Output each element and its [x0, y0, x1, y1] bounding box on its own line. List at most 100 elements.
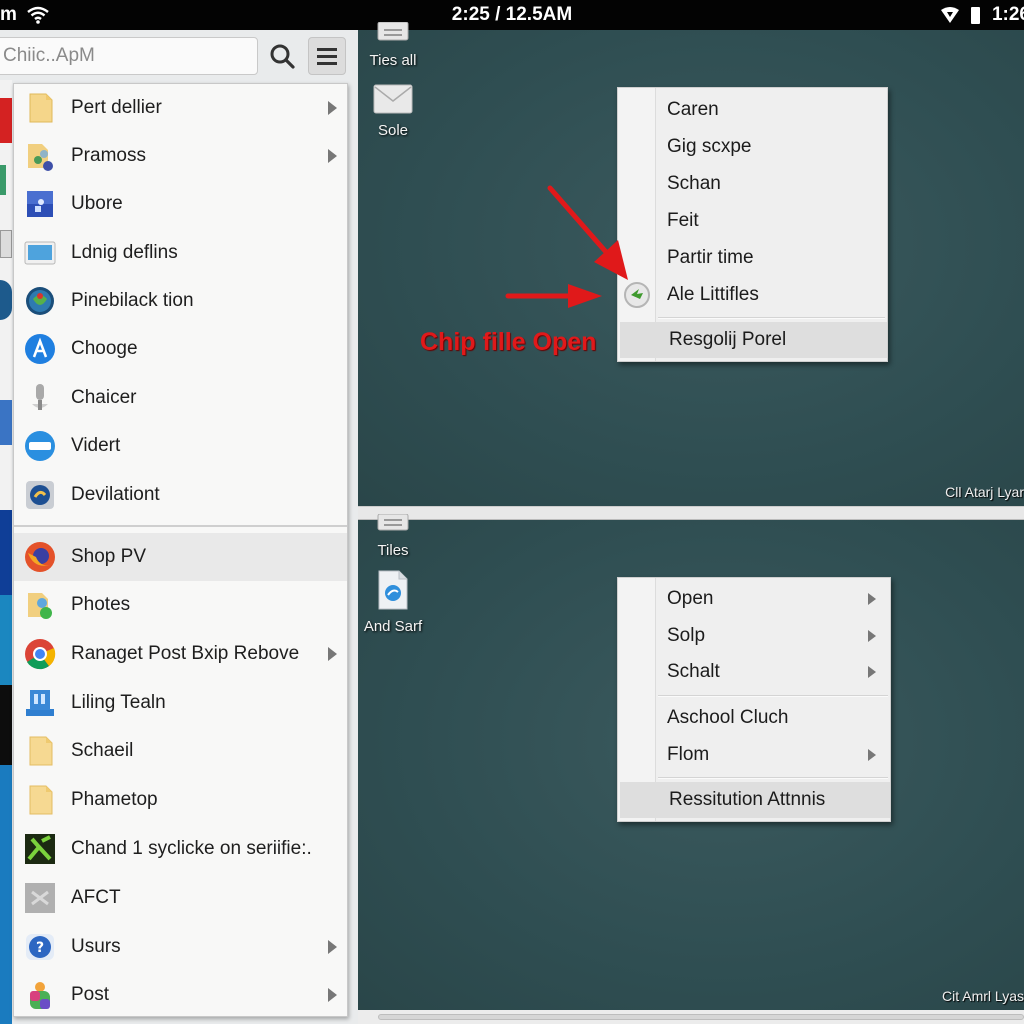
- context-menu-item-label: Open: [667, 588, 714, 609]
- horizontal-scrollbar[interactable]: [358, 1010, 1024, 1024]
- hamburger-menu-icon-bar: [317, 54, 337, 58]
- context-menu-item[interactable]: Gig scxpe: [618, 129, 885, 165]
- app-list-item-label: Devilationt: [71, 484, 160, 505]
- hamburger-menu-icon-bar: [317, 61, 337, 65]
- battery-icon: [970, 6, 980, 24]
- context-menu-item-label: Feit: [667, 210, 699, 231]
- app-list-item-label: Post: [71, 984, 110, 1005]
- app-list-item[interactable]: Phametop: [14, 776, 347, 824]
- status-left: m: [0, 4, 49, 26]
- desktop-icon-ties-all[interactable]: Ties all: [358, 21, 428, 69]
- app-list-item[interactable]: Devilationt: [14, 471, 347, 519]
- pane-divider[interactable]: [358, 506, 1024, 520]
- app-list-item-label: Chooge: [71, 338, 138, 359]
- app-list-item[interactable]: Ldnig deflins: [14, 229, 347, 277]
- context-menu-item-label: Schalt: [667, 661, 720, 682]
- search-input[interactable]: Chiic..ApM: [0, 37, 258, 75]
- app-list-item[interactable]: Vidert: [14, 422, 347, 470]
- app-list-item[interactable]: Ubore: [14, 180, 347, 228]
- app-list-item[interactable]: Pramoss: [14, 132, 347, 180]
- app-list-item[interactable]: Shop PV: [14, 533, 347, 581]
- context-menu-item[interactable]: Partir time: [618, 240, 885, 276]
- rail-app-navy[interactable]: [0, 510, 12, 595]
- annotation-arrows: [505, 185, 628, 308]
- chrome-icon: [25, 639, 56, 670]
- rail-app-globe[interactable]: [0, 280, 12, 320]
- context-menu-separator: [658, 777, 888, 779]
- app-list-item[interactable]: Pinebilack tion: [14, 277, 347, 325]
- context-menu-item[interactable]: Caren: [618, 92, 885, 128]
- context-menu-item[interactable]: Ressitution Attnnis: [620, 782, 890, 818]
- context-menu-separator: [658, 317, 885, 319]
- context-menu-item[interactable]: Schalt: [618, 654, 888, 690]
- app-list-item[interactable]: Post: [14, 971, 347, 1019]
- context-menu-item-label: Ressitution Attnnis: [669, 789, 826, 810]
- app-list-item[interactable]: Photes: [14, 581, 347, 629]
- app-list-item-label: Vidert: [71, 435, 121, 456]
- app-list-item-label: Schaeil: [71, 740, 134, 761]
- context-menu-item[interactable]: Flom: [618, 737, 888, 773]
- chevron-right-icon: [328, 647, 337, 661]
- side-rail: [0, 80, 12, 1024]
- chevron-right-icon: [328, 149, 337, 163]
- folder-icon: [29, 93, 53, 123]
- desktop-icon-tiles[interactable]: Tiles: [358, 513, 428, 559]
- context-menu-item[interactable]: Open: [618, 581, 888, 617]
- rail-app-blue-bottom[interactable]: [0, 765, 12, 1024]
- app-list-item-label: Ubore: [71, 193, 123, 214]
- wifi-icon: [27, 6, 49, 24]
- status-left-text: m: [0, 4, 17, 25]
- app-list-item-label: AFCT: [71, 887, 121, 908]
- desktop-icon-sole[interactable]: Sole: [358, 84, 428, 139]
- rail-app-red[interactable]: [0, 98, 12, 143]
- chevron-right-icon: [328, 988, 337, 1002]
- globe-app-icon: [26, 287, 54, 315]
- context-menu-item[interactable]: Resgolij Porel: [620, 322, 887, 358]
- desktop-icon-label: Sole: [377, 122, 409, 139]
- desktop-icon-and-sarf[interactable]: And Sarf: [358, 570, 428, 635]
- hamburger-menu-button[interactable]: [308, 37, 346, 75]
- context-menu-item[interactable]: Solp: [618, 618, 888, 654]
- rail-app-green[interactable]: [0, 165, 6, 195]
- context-menu-item[interactable]: Schan: [618, 166, 885, 202]
- context-menu-item-label: Caren: [667, 99, 719, 120]
- rail-app-cyan[interactable]: [0, 595, 12, 685]
- app-list-item[interactable]: Chaicer: [14, 374, 347, 422]
- context-menu-item-label: Solp: [667, 625, 706, 646]
- microphone-icon: [32, 384, 48, 410]
- document-tray-icon: [377, 513, 409, 531]
- context-menu-item-label: Ale Littifles: [667, 284, 759, 305]
- status-time: 1:26: [991, 4, 1024, 25]
- chevron-right-icon: [868, 593, 876, 605]
- context-menu-item-label: Aschool Cluch: [667, 707, 789, 728]
- app-list-item[interactable]: Chand 1 syclicke on seriifie:.: [14, 825, 347, 873]
- app-list-item[interactable]: Liling Tealn: [14, 679, 347, 727]
- app-list-item-label: Ranaget Post Bxip Rebove: [71, 643, 300, 664]
- scrollbar-track[interactable]: [378, 1014, 1024, 1020]
- context-menu-separator: [658, 695, 888, 697]
- app-list-panel: Pert dellier Pramoss Ubore Ldnig deflins Pin…: [13, 83, 348, 1017]
- status-clock: 2:25 / 12.5AM: [451, 4, 573, 25]
- app-list-item[interactable]: ? Usurs: [14, 923, 347, 971]
- context-menu-item-label: Partir time: [667, 247, 754, 268]
- chevron-right-icon: [328, 101, 337, 115]
- search-button[interactable]: [264, 38, 300, 74]
- app-list-item[interactable]: Ranaget Post Bxip Rebove: [14, 630, 347, 678]
- desktop-icon-label: Tiles: [377, 542, 409, 559]
- context-menu-item[interactable]: Aschool Cluch: [618, 700, 888, 736]
- chevron-right-icon: [868, 630, 876, 642]
- app-list-item-label: Phametop: [71, 789, 158, 810]
- rail-app-black[interactable]: [0, 685, 12, 765]
- context-menu-item[interactable]: Feit: [618, 203, 885, 239]
- app-list-item[interactable]: AFCT: [14, 874, 347, 922]
- desktop-bottom[interactable]: Tiles And Sarf Cit Amrl Lyas Open Solp Sch…: [358, 513, 1024, 1010]
- app-list-item[interactable]: Pert dellier: [14, 84, 347, 132]
- app-list-item[interactable]: Schaeil: [14, 727, 347, 775]
- rail-app-box[interactable]: [0, 230, 12, 258]
- status-bar: m 2:25 / 12.5AM 1:26: [0, 0, 1024, 30]
- context-menu-item[interactable]: Ale Littifles: [618, 277, 885, 313]
- rail-app-blue[interactable]: [0, 400, 12, 445]
- app-list-item[interactable]: Chooge: [14, 325, 347, 373]
- desktop-top[interactable]: Ties all Sole Cll Atarj Lyar Caren Gig sc…: [358, 21, 1024, 506]
- video-badge-icon: [25, 431, 55, 461]
